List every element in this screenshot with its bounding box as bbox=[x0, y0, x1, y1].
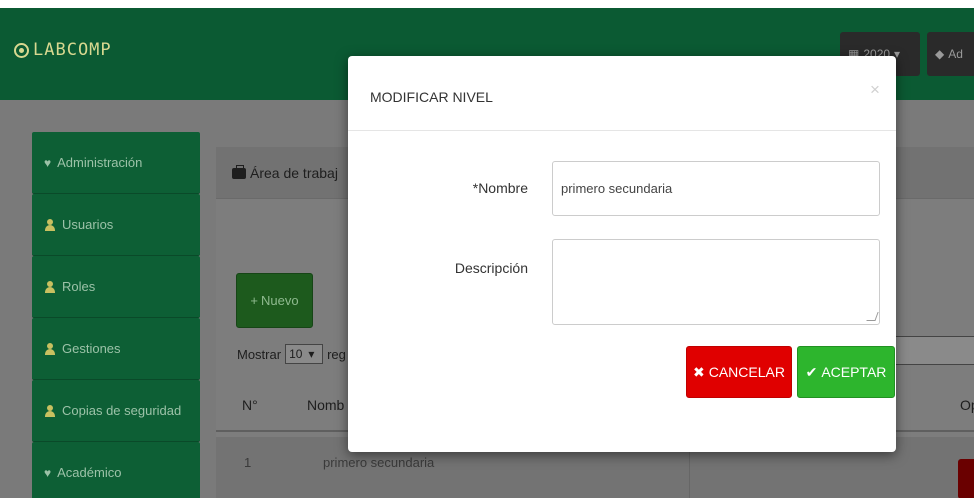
description-label: Descripción bbox=[454, 260, 528, 276]
column-header-name[interactable]: Nomb bbox=[307, 397, 344, 413]
new-button[interactable]: + Nuevo bbox=[236, 273, 313, 328]
sidebar: ♥ Administración Usuarios Roles Gestione… bbox=[32, 132, 200, 498]
user-icon bbox=[44, 280, 56, 293]
sidebar-item-roles[interactable]: Roles bbox=[32, 256, 200, 318]
panel-title-text: Área de trabaj bbox=[250, 165, 338, 181]
name-field[interactable]: primero secundaria bbox=[552, 161, 880, 216]
accept-button[interactable]: ✔ ACEPTAR bbox=[797, 346, 895, 398]
chevron-down-icon: ▾ bbox=[308, 347, 315, 361]
row-number: 1 bbox=[244, 455, 252, 470]
entries-length-control: Mostrar 10 ▾ reg bbox=[237, 344, 346, 364]
top-strip bbox=[0, 0, 974, 8]
sidebar-item-academico[interactable]: ♥ Académico bbox=[32, 442, 200, 498]
edit-level-modal: MODIFICAR NIVEL × *Nombre primero secund… bbox=[348, 56, 896, 452]
column-header-options: Op bbox=[960, 397, 974, 413]
sidebar-item-copias-de-seguridad[interactable]: Copias de seguridad bbox=[32, 380, 200, 442]
new-button-label: Nuevo bbox=[261, 293, 299, 308]
sidebar-item-label: Académico bbox=[57, 465, 122, 480]
user-icon bbox=[44, 404, 56, 417]
modal-header: MODIFICAR NIVEL × bbox=[348, 56, 896, 131]
admin-button[interactable]: ◆ Ad bbox=[927, 32, 974, 76]
show-label: Mostrar bbox=[237, 346, 282, 362]
sidebar-item-label: Gestiones bbox=[62, 341, 121, 356]
briefcase-icon bbox=[232, 164, 246, 179]
x-icon: ✖ bbox=[693, 363, 705, 380]
heart-icon: ♥ bbox=[44, 465, 52, 480]
globe-icon bbox=[14, 42, 29, 58]
cancel-button[interactable]: ✖ CANCELAR bbox=[686, 346, 792, 398]
cancel-label: CANCELAR bbox=[708, 364, 785, 380]
brand-name: LABCOMP bbox=[33, 40, 112, 60]
accept-label: ACEPTAR bbox=[821, 364, 887, 380]
modal-title: MODIFICAR NIVEL bbox=[370, 89, 493, 105]
sidebar-item-label: Administración bbox=[57, 155, 143, 170]
admin-label: Ad bbox=[948, 47, 963, 61]
sidebar-item-label: Copias de seguridad bbox=[62, 403, 182, 418]
name-label: *Nombre bbox=[472, 180, 528, 196]
show-suffix: reg bbox=[327, 346, 346, 362]
plus-icon: + bbox=[250, 293, 258, 308]
row-name: primero secundaria bbox=[323, 455, 435, 470]
description-field[interactable] bbox=[552, 239, 880, 325]
sidebar-item-administracion[interactable]: ♥ Administración bbox=[32, 132, 200, 194]
entries-select[interactable]: 10 ▾ bbox=[285, 344, 324, 364]
close-icon[interactable]: × bbox=[870, 80, 880, 100]
sidebar-item-label: Usuarios bbox=[62, 217, 114, 232]
sidebar-item-gestiones[interactable]: Gestiones bbox=[32, 318, 200, 380]
heart-icon: ♥ bbox=[44, 155, 52, 170]
column-header-number[interactable]: N° bbox=[242, 397, 258, 413]
user-icon bbox=[44, 342, 56, 355]
check-icon: ✔ bbox=[805, 363, 818, 380]
user-icon bbox=[44, 218, 56, 231]
tag-icon: ◆ bbox=[935, 47, 945, 61]
delete-row-button[interactable] bbox=[958, 459, 974, 498]
brand-logo[interactable]: LABCOMP bbox=[14, 40, 112, 60]
sidebar-item-usuarios[interactable]: Usuarios bbox=[32, 194, 200, 256]
sidebar-item-label: Roles bbox=[62, 279, 96, 294]
entries-value: 10 bbox=[289, 347, 303, 361]
panel-title: Área de trabaj bbox=[232, 164, 338, 181]
